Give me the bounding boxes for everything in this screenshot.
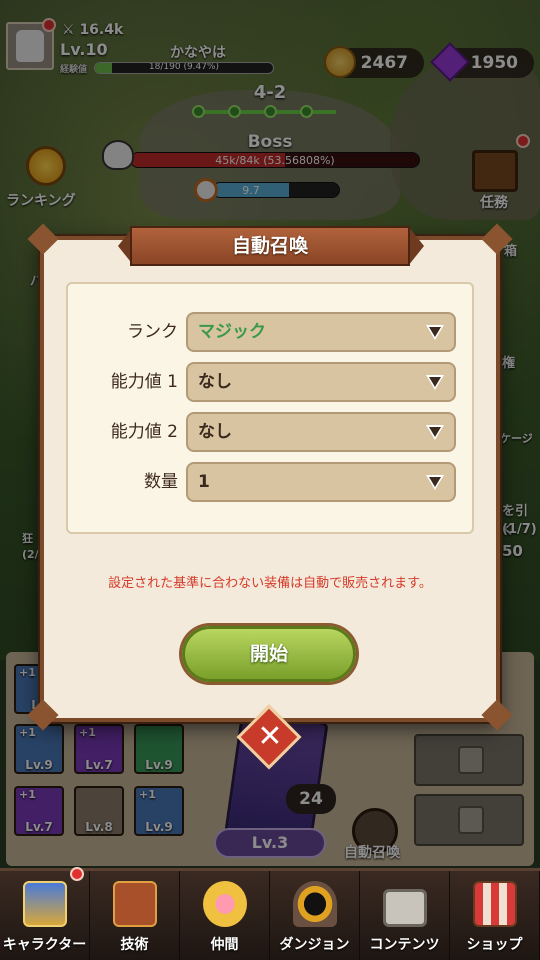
notification-dot bbox=[70, 867, 84, 881]
nav-item-contents[interactable]: コンテンツ bbox=[360, 871, 450, 960]
chevron-down-icon bbox=[426, 425, 444, 440]
rank-select[interactable]: マジック bbox=[186, 312, 456, 352]
character-card-icon bbox=[22, 881, 67, 927]
stat1-select[interactable]: なし bbox=[186, 362, 456, 402]
paw-icon bbox=[202, 881, 247, 927]
stat1-value: なし bbox=[198, 372, 232, 392]
nav-item-character[interactable]: キャラクター bbox=[0, 867, 90, 960]
start-button[interactable]: 開始 bbox=[182, 626, 356, 682]
form-row-quantity: 数量 1 bbox=[68, 462, 472, 502]
chevron-down-icon bbox=[426, 475, 444, 490]
form-row-stat1: 能力値 1 なし bbox=[68, 362, 472, 402]
ribbon-end bbox=[408, 226, 424, 266]
nav-item-skills[interactable]: 技術 bbox=[90, 871, 180, 960]
form-row-rank: ランク マジック bbox=[68, 312, 472, 352]
skill-book-icon bbox=[112, 881, 157, 927]
shop-stall-icon bbox=[472, 881, 517, 927]
nav-item-shop[interactable]: ショップ bbox=[450, 871, 540, 960]
close-icon[interactable]: ✕ bbox=[255, 720, 285, 754]
auto-sell-warning: 設定された基準に合わない装備は自動で販売されます。 bbox=[108, 576, 432, 591]
bottom-navigation: キャラクター 技術 仲間 ダンジョン コンテンツ ショップ bbox=[0, 867, 540, 960]
dialog-title: 自動召喚 bbox=[130, 226, 410, 266]
quantity-label: 数量 bbox=[144, 472, 178, 492]
dungeon-portal-icon bbox=[292, 881, 337, 927]
quantity-value: 1 bbox=[198, 472, 210, 492]
chevron-down-icon bbox=[426, 375, 444, 390]
stat2-select[interactable]: なし bbox=[186, 412, 456, 452]
stat2-value: なし bbox=[198, 422, 232, 442]
settings-form: ランク マジック 能力値 1 なし 能力値 2 なし 数量 1 bbox=[66, 282, 474, 534]
nav-item-dungeon[interactable]: ダンジョン bbox=[270, 871, 360, 960]
stat1-label: 能力値 1 bbox=[110, 372, 178, 392]
form-row-stat2: 能力値 2 なし bbox=[68, 412, 472, 452]
lock-icon bbox=[382, 889, 427, 927]
nav-item-companions[interactable]: 仲間 bbox=[180, 871, 270, 960]
rank-label: ランク bbox=[127, 322, 178, 342]
rank-value: マジック bbox=[198, 322, 266, 342]
stat2-label: 能力値 2 bbox=[110, 422, 178, 442]
chevron-down-icon bbox=[426, 325, 444, 340]
quantity-select[interactable]: 1 bbox=[186, 462, 456, 502]
